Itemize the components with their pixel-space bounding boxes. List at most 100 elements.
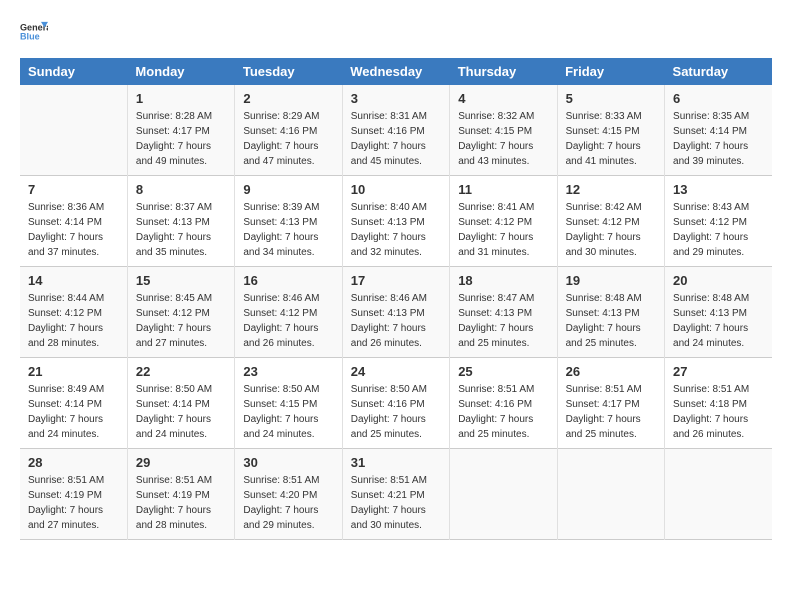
day-number: 4 <box>458 91 548 106</box>
calendar-cell: 28 Sunrise: 8:51 AM Sunset: 4:19 PM Dayli… <box>20 449 127 540</box>
day-info: Sunrise: 8:42 AM Sunset: 4:12 PM Dayligh… <box>566 200 656 260</box>
header-day-sunday: Sunday <box>20 58 127 85</box>
day-info: Sunrise: 8:41 AM Sunset: 4:12 PM Dayligh… <box>458 200 548 260</box>
day-info: Sunrise: 8:40 AM Sunset: 4:13 PM Dayligh… <box>351 200 441 260</box>
header-area: General Blue <box>20 20 772 42</box>
day-info: Sunrise: 8:44 AM Sunset: 4:12 PM Dayligh… <box>28 291 119 351</box>
day-number: 16 <box>243 273 333 288</box>
calendar-cell: 16 Sunrise: 8:46 AM Sunset: 4:12 PM Dayli… <box>235 267 342 358</box>
calendar-cell: 30Sunrise: 8:51 AM Sunset: 4:20 PM Dayli… <box>235 449 342 540</box>
calendar-cell: 4 Sunrise: 8:32 AM Sunset: 4:15 PM Daylig… <box>450 85 557 176</box>
day-number: 3 <box>351 91 441 106</box>
header-day-tuesday: Tuesday <box>235 58 342 85</box>
calendar-cell <box>665 449 772 540</box>
day-info: Sunrise: 8:29 AM Sunset: 4:16 PM Dayligh… <box>243 109 333 169</box>
day-info: Sunrise: 8:51 AM Sunset: 4:21 PM Dayligh… <box>351 473 441 533</box>
calendar-cell: 7Sunrise: 8:36 AM Sunset: 4:14 PM Daylig… <box>20 176 127 267</box>
day-info: Sunrise: 8:51 AM Sunset: 4:19 PM Dayligh… <box>136 473 226 533</box>
calendar-cell: 2 Sunrise: 8:29 AM Sunset: 4:16 PM Daylig… <box>235 85 342 176</box>
day-number: 15 <box>136 273 226 288</box>
day-number: 9 <box>243 182 333 197</box>
calendar-cell: 1 Sunrise: 8:28 AM Sunset: 4:17 PM Daylig… <box>127 85 234 176</box>
header-day-saturday: Saturday <box>665 58 772 85</box>
calendar-week-4: 21Sunrise: 8:49 AM Sunset: 4:14 PM Dayli… <box>20 358 772 449</box>
day-info: Sunrise: 8:32 AM Sunset: 4:15 PM Dayligh… <box>458 109 548 169</box>
day-info: Sunrise: 8:51 AM Sunset: 4:19 PM Dayligh… <box>28 473 119 533</box>
day-info: Sunrise: 8:51 AM Sunset: 4:18 PM Dayligh… <box>673 382 764 442</box>
day-info: Sunrise: 8:50 AM Sunset: 4:14 PM Dayligh… <box>136 382 226 442</box>
day-number: 5 <box>566 91 656 106</box>
calendar-cell: 3 Sunrise: 8:31 AM Sunset: 4:16 PM Daylig… <box>342 85 449 176</box>
calendar-cell <box>557 449 664 540</box>
calendar-cell: 21Sunrise: 8:49 AM Sunset: 4:14 PM Dayli… <box>20 358 127 449</box>
day-info: Sunrise: 8:50 AM Sunset: 4:16 PM Dayligh… <box>351 382 441 442</box>
day-number: 30 <box>243 455 333 470</box>
calendar-cell: 9 Sunrise: 8:39 AM Sunset: 4:13 PM Daylig… <box>235 176 342 267</box>
calendar-cell: 24 Sunrise: 8:50 AM Sunset: 4:16 PM Dayli… <box>342 358 449 449</box>
day-info: Sunrise: 8:31 AM Sunset: 4:16 PM Dayligh… <box>351 109 441 169</box>
day-info: Sunrise: 8:35 AM Sunset: 4:14 PM Dayligh… <box>673 109 764 169</box>
day-info: Sunrise: 8:47 AM Sunset: 4:13 PM Dayligh… <box>458 291 548 351</box>
day-info: Sunrise: 8:37 AM Sunset: 4:13 PM Dayligh… <box>136 200 226 260</box>
calendar-cell: 13Sunrise: 8:43 AM Sunset: 4:12 PM Dayli… <box>665 176 772 267</box>
day-info: Sunrise: 8:36 AM Sunset: 4:14 PM Dayligh… <box>28 200 119 260</box>
calendar-week-5: 28 Sunrise: 8:51 AM Sunset: 4:19 PM Dayli… <box>20 449 772 540</box>
day-info: Sunrise: 8:28 AM Sunset: 4:17 PM Dayligh… <box>136 109 226 169</box>
day-number: 24 <box>351 364 441 379</box>
day-number: 14 <box>28 273 119 288</box>
day-number: 21 <box>28 364 119 379</box>
calendar-table: SundayMondayTuesdayWednesdayThursdayFrid… <box>20 58 772 540</box>
day-number: 31 <box>351 455 441 470</box>
calendar-week-3: 14 Sunrise: 8:44 AM Sunset: 4:12 PM Dayli… <box>20 267 772 358</box>
day-number: 28 <box>28 455 119 470</box>
day-info: Sunrise: 8:33 AM Sunset: 4:15 PM Dayligh… <box>566 109 656 169</box>
day-number: 6 <box>673 91 764 106</box>
calendar-cell: 19 Sunrise: 8:48 AM Sunset: 4:13 PM Dayli… <box>557 267 664 358</box>
calendar-cell: 10Sunrise: 8:40 AM Sunset: 4:13 PM Dayli… <box>342 176 449 267</box>
calendar-cell: 20 Sunrise: 8:48 AM Sunset: 4:13 PM Dayli… <box>665 267 772 358</box>
day-number: 18 <box>458 273 548 288</box>
header-day-friday: Friday <box>557 58 664 85</box>
generalblue-logo-icon: General Blue <box>20 20 48 42</box>
day-number: 12 <box>566 182 656 197</box>
calendar-cell: 22 Sunrise: 8:50 AM Sunset: 4:14 PM Dayli… <box>127 358 234 449</box>
calendar-week-2: 7Sunrise: 8:36 AM Sunset: 4:14 PM Daylig… <box>20 176 772 267</box>
day-number: 27 <box>673 364 764 379</box>
calendar-week-1: 1 Sunrise: 8:28 AM Sunset: 4:17 PM Daylig… <box>20 85 772 176</box>
calendar-cell: 31 Sunrise: 8:51 AM Sunset: 4:21 PM Dayli… <box>342 449 449 540</box>
day-number: 23 <box>243 364 333 379</box>
calendar-body: 1 Sunrise: 8:28 AM Sunset: 4:17 PM Daylig… <box>20 85 772 540</box>
day-number: 13 <box>673 182 764 197</box>
day-info: Sunrise: 8:48 AM Sunset: 4:13 PM Dayligh… <box>566 291 656 351</box>
svg-text:Blue: Blue <box>20 31 40 41</box>
calendar-cell: 18 Sunrise: 8:47 AM Sunset: 4:13 PM Dayli… <box>450 267 557 358</box>
day-number: 1 <box>136 91 226 106</box>
day-number: 11 <box>458 182 548 197</box>
calendar-cell: 14 Sunrise: 8:44 AM Sunset: 4:12 PM Dayli… <box>20 267 127 358</box>
calendar-cell: 26Sunrise: 8:51 AM Sunset: 4:17 PM Dayli… <box>557 358 664 449</box>
day-info: Sunrise: 8:51 AM Sunset: 4:17 PM Dayligh… <box>566 382 656 442</box>
day-info: Sunrise: 8:39 AM Sunset: 4:13 PM Dayligh… <box>243 200 333 260</box>
calendar-cell: 5 Sunrise: 8:33 AM Sunset: 4:15 PM Daylig… <box>557 85 664 176</box>
day-info: Sunrise: 8:48 AM Sunset: 4:13 PM Dayligh… <box>673 291 764 351</box>
day-number: 22 <box>136 364 226 379</box>
header-day-wednesday: Wednesday <box>342 58 449 85</box>
calendar-cell: 25 Sunrise: 8:51 AM Sunset: 4:16 PM Dayli… <box>450 358 557 449</box>
logo: General Blue <box>20 20 48 42</box>
calendar-cell: 6 Sunrise: 8:35 AM Sunset: 4:14 PM Daylig… <box>665 85 772 176</box>
day-number: 2 <box>243 91 333 106</box>
day-number: 19 <box>566 273 656 288</box>
calendar-cell <box>450 449 557 540</box>
day-number: 25 <box>458 364 548 379</box>
day-info: Sunrise: 8:46 AM Sunset: 4:13 PM Dayligh… <box>351 291 441 351</box>
day-info: Sunrise: 8:45 AM Sunset: 4:12 PM Dayligh… <box>136 291 226 351</box>
day-number: 17 <box>351 273 441 288</box>
day-info: Sunrise: 8:50 AM Sunset: 4:15 PM Dayligh… <box>243 382 333 442</box>
day-info: Sunrise: 8:51 AM Sunset: 4:16 PM Dayligh… <box>458 382 548 442</box>
day-number: 29 <box>136 455 226 470</box>
calendar-cell <box>20 85 127 176</box>
calendar-cell: 15 Sunrise: 8:45 AM Sunset: 4:12 PM Dayli… <box>127 267 234 358</box>
day-number: 20 <box>673 273 764 288</box>
day-info: Sunrise: 8:46 AM Sunset: 4:12 PM Dayligh… <box>243 291 333 351</box>
calendar-cell: 8Sunrise: 8:37 AM Sunset: 4:13 PM Daylig… <box>127 176 234 267</box>
